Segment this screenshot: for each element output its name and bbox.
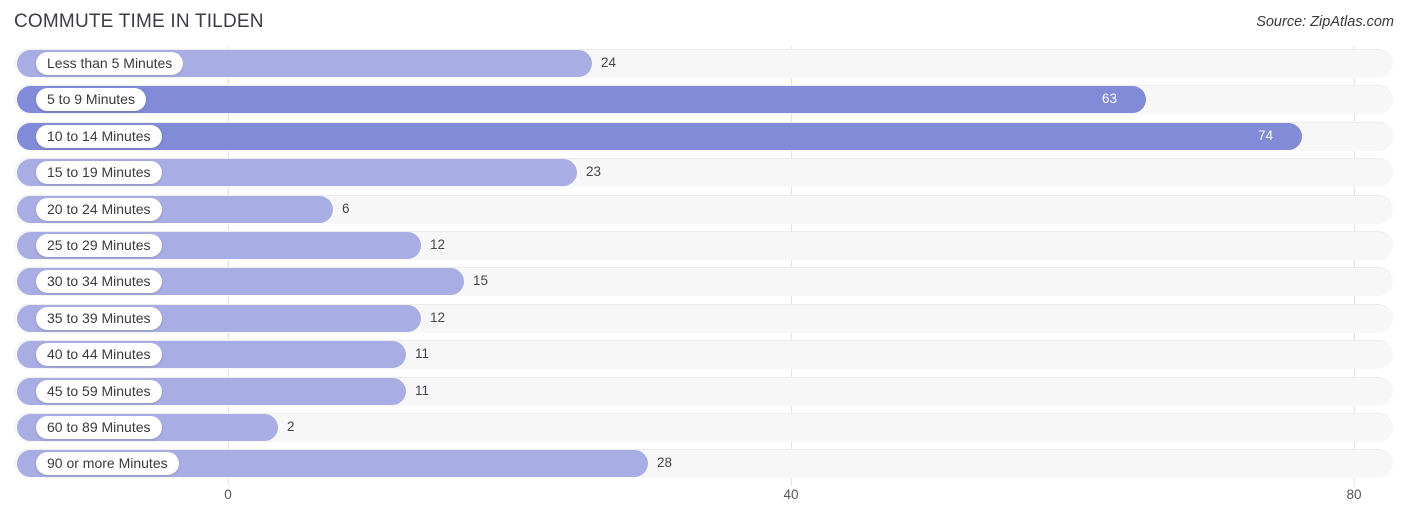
category-label: 40 to 44 Minutes [36,343,162,367]
bar-row[interactable]: 2 60 to 89 Minutes [0,410,1406,446]
bar-row[interactable]: 74 10 to 14 Minutes [0,119,1406,155]
bar-value-label: 11 [415,382,430,398]
bar-row[interactable]: 6 20 to 24 Minutes [0,192,1406,228]
bar-row[interactable]: 28 90 or more Minutes [0,446,1406,482]
category-label: 45 to 59 Minutes [36,379,162,403]
x-axis: 0 40 80 [0,483,1406,523]
bar-row[interactable]: 12 25 to 29 Minutes [0,228,1406,264]
bar-value-label: 12 [430,236,446,252]
bar-row[interactable]: 11 40 to 44 Minutes [0,337,1406,373]
bar[interactable] [17,86,1146,114]
bar-value-label: 11 [415,346,430,362]
bar-value-label: 6 [342,200,350,216]
category-label: 35 to 39 Minutes [36,306,162,330]
bar-value-label: 74 [1258,127,1274,143]
axis-tick-label: 0 [224,487,232,502]
bar-row[interactable]: 15 30 to 34 Minutes [0,264,1406,300]
bar-row[interactable]: 63 5 to 9 Minutes [0,82,1406,118]
source-attribution: Source: ZipAtlas.com [1256,14,1394,30]
bar-value-label: 63 [1102,91,1118,107]
chart-container: COMMUTE TIME IN TILDEN Source: ZipAtlas.… [0,0,1406,523]
bar[interactable] [17,122,1302,150]
page-title: COMMUTE TIME IN TILDEN [14,11,264,32]
category-label: 25 to 29 Minutes [36,233,162,257]
bar-value-label: 2 [287,418,295,434]
bar-value-label: 24 [601,55,617,70]
bar-row[interactable]: 23 15 to 19 Minutes [0,155,1406,191]
category-label: 15 to 19 Minutes [36,161,162,185]
bar-row[interactable]: 24 Less than 5 Minutes [0,46,1406,82]
category-label: 90 or more Minutes [36,452,179,476]
bar-row[interactable]: 11 45 to 59 Minutes [0,374,1406,410]
category-label: 10 to 14 Minutes [36,124,162,148]
category-label: 20 to 24 Minutes [36,197,162,221]
bar-row[interactable]: 12 35 to 39 Minutes [0,301,1406,337]
plot-area: 24 Less than 5 Minutes 63 5 to 9 Minutes 74 1… [0,46,1406,486]
bar-value-label: 23 [586,164,602,180]
category-label: 60 to 89 Minutes [36,415,162,439]
chart-header: COMMUTE TIME IN TILDEN Source: ZipAtlas.… [0,0,1406,46]
category-label: Less than 5 Minutes [36,52,184,75]
bar-value-label: 28 [657,455,673,471]
bar-value-label: 12 [430,309,446,325]
axis-tick-label: 80 [1346,487,1362,502]
bar-value-label: 15 [473,273,489,289]
category-label: 30 to 34 Minutes [36,270,162,294]
axis-tick-label: 40 [783,487,799,502]
bar-rows: 24 Less than 5 Minutes 63 5 to 9 Minutes 74 1… [0,46,1406,483]
category-label: 5 to 9 Minutes [36,88,146,112]
